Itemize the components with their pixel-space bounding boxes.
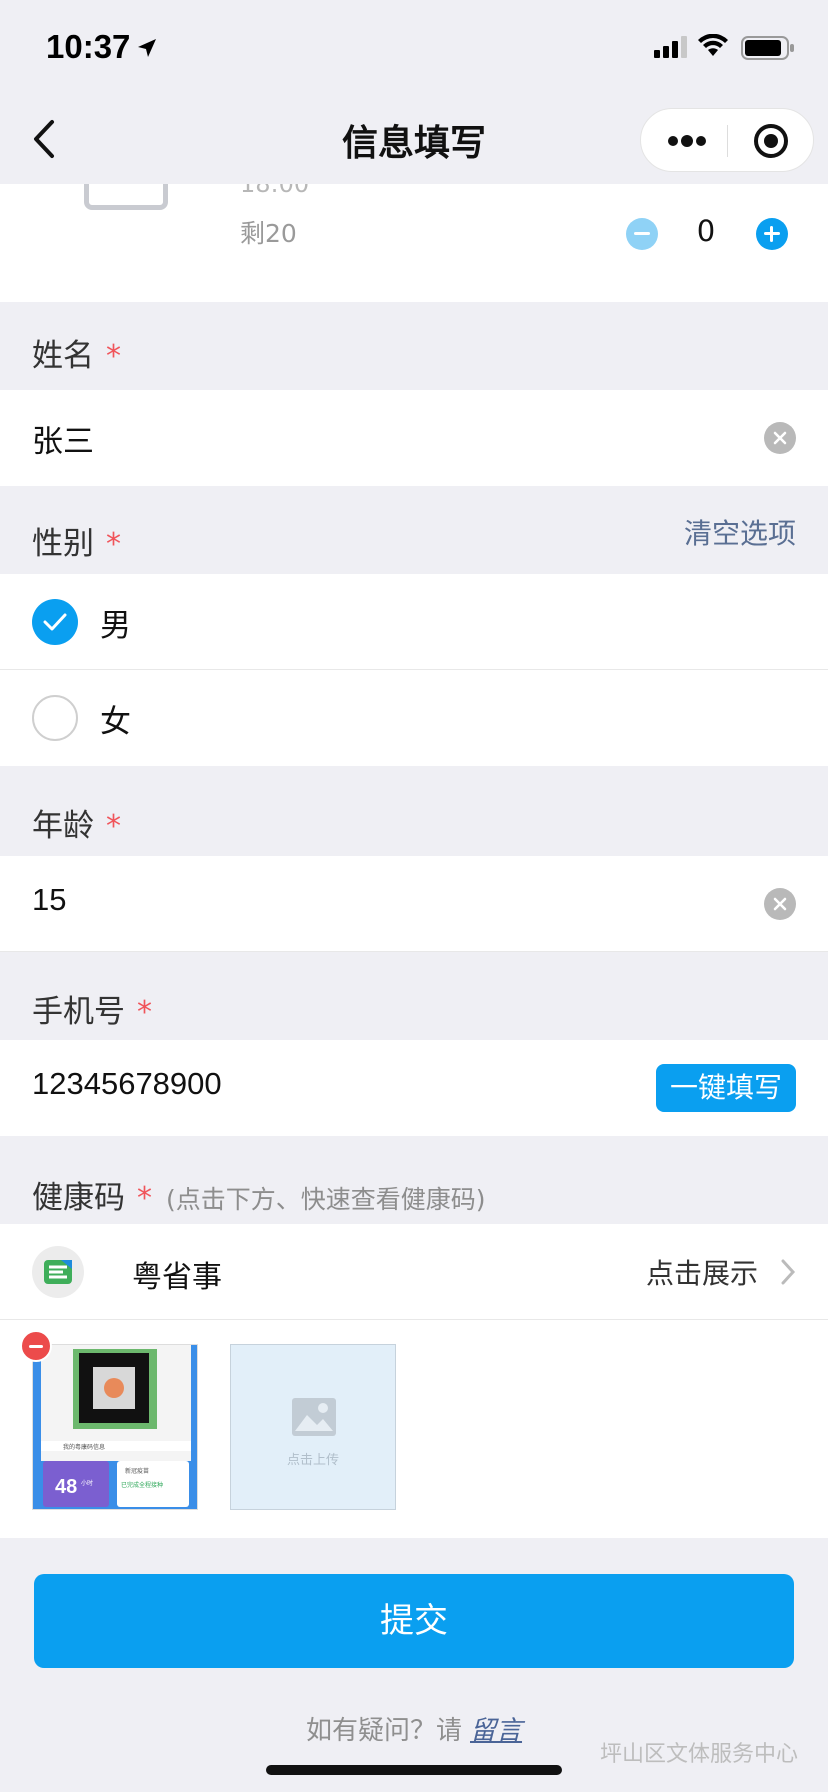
health-app-row[interactable]: 粤省事 点击展示 xyxy=(0,1224,828,1320)
yueshengshi-logo-icon xyxy=(32,1246,84,1298)
status-bar: 10:37 xyxy=(0,0,828,92)
phone-input[interactable]: 12345678900 xyxy=(32,1066,222,1102)
increase-button[interactable] xyxy=(756,218,788,250)
radio-checked-icon[interactable] xyxy=(32,599,78,645)
upload-area: 我的粤康码信息 48 小时 新冠疫苗 已完成全程接种 点击上传 xyxy=(0,1320,828,1538)
age-label: 年龄 * xyxy=(32,808,121,844)
watermark: 坪山区文体服务中心 xyxy=(599,1742,798,1767)
more-icon[interactable] xyxy=(667,129,707,153)
required-mark: * xyxy=(106,527,121,562)
thumbnail-vaccine-title: 新冠疫苗 xyxy=(125,1467,149,1475)
name-field[interactable]: 张三 xyxy=(0,390,828,486)
option-label: 男 xyxy=(100,608,131,644)
thumbnail-hours-unit: 小时 xyxy=(81,1479,93,1487)
radio-unchecked-icon[interactable] xyxy=(32,695,78,741)
clear-age-icon[interactable] xyxy=(764,888,796,920)
required-mark: * xyxy=(137,1181,152,1216)
phone-field[interactable]: 12345678900 一键填写 xyxy=(0,1040,828,1136)
required-mark: * xyxy=(106,339,121,374)
required-mark: * xyxy=(106,809,121,844)
show-health-code-label[interactable]: 点击展示 xyxy=(646,1252,758,1292)
divider xyxy=(0,951,828,952)
ticket-card: 18:00 剩20 0 xyxy=(0,184,828,302)
gender-option-male[interactable]: 男 xyxy=(0,574,828,670)
close-mini-program-icon[interactable] xyxy=(753,123,789,159)
health-code-thumbnail-icon: 我的粤康码信息 48 小时 新冠疫苗 已完成全程接种 xyxy=(33,1345,197,1509)
clear-options-link[interactable]: 清空选项 xyxy=(684,512,796,552)
home-indicator xyxy=(266,1765,562,1775)
gender-label: 性别 * xyxy=(32,526,121,562)
ticket-icon xyxy=(84,184,168,210)
submit-button[interactable]: 提交 xyxy=(34,1574,794,1668)
thumbnail-hours: 48 xyxy=(55,1476,77,1498)
location-arrow-icon xyxy=(138,39,156,57)
option-label: 女 xyxy=(100,704,131,740)
leave-message-link[interactable]: 留言 xyxy=(470,1716,522,1746)
battery-icon xyxy=(741,36,794,60)
ticket-time: 18:00 xyxy=(240,184,310,198)
decrease-button[interactable] xyxy=(626,218,658,250)
capsule-divider xyxy=(727,125,728,157)
status-time: 10:37 xyxy=(46,28,131,65)
app-name: 粤省事 xyxy=(132,1260,222,1295)
phone-label: 手机号 * xyxy=(32,994,152,1030)
gender-option-female[interactable]: 女 xyxy=(0,670,828,766)
remove-image-button[interactable] xyxy=(20,1330,52,1362)
chevron-right-icon xyxy=(781,1259,796,1285)
upload-label: 点击上传 xyxy=(286,1453,339,1468)
cellular-signal-icon xyxy=(654,36,687,58)
required-mark: * xyxy=(137,995,152,1030)
thumbnail-vaccine-status: 已完成全程接种 xyxy=(121,1481,163,1489)
thumbnail-title: 我的粤康码信息 xyxy=(63,1443,105,1451)
age-input[interactable]: 15 xyxy=(32,882,66,918)
clear-name-icon[interactable] xyxy=(764,422,796,454)
health-code-hint: (点击下方、快速查看健康码) xyxy=(166,1185,486,1214)
uploaded-health-code-image[interactable]: 我的粤康码信息 48 小时 新冠疫苗 已完成全程接种 xyxy=(32,1344,198,1510)
help-prefix: 如有疑问？请 xyxy=(305,1716,462,1746)
autofill-button[interactable]: 一键填写 xyxy=(656,1064,796,1112)
age-field[interactable]: 15 xyxy=(0,856,828,952)
name-input[interactable]: 张三 xyxy=(32,416,94,461)
wifi-icon xyxy=(698,34,728,56)
image-placeholder-icon xyxy=(292,1398,336,1436)
health-code-label: 健康码 * (点击下方、快速查看健康码) xyxy=(32,1180,486,1216)
name-label: 姓名 * xyxy=(32,338,121,374)
nav-bar: 信息填写 xyxy=(0,92,828,184)
quantity-value: 0 xyxy=(696,214,716,248)
ticket-remaining: 剩20 xyxy=(240,219,297,248)
mini-program-capsule xyxy=(640,108,814,172)
upload-image-button[interactable]: 点击上传 xyxy=(230,1344,396,1510)
